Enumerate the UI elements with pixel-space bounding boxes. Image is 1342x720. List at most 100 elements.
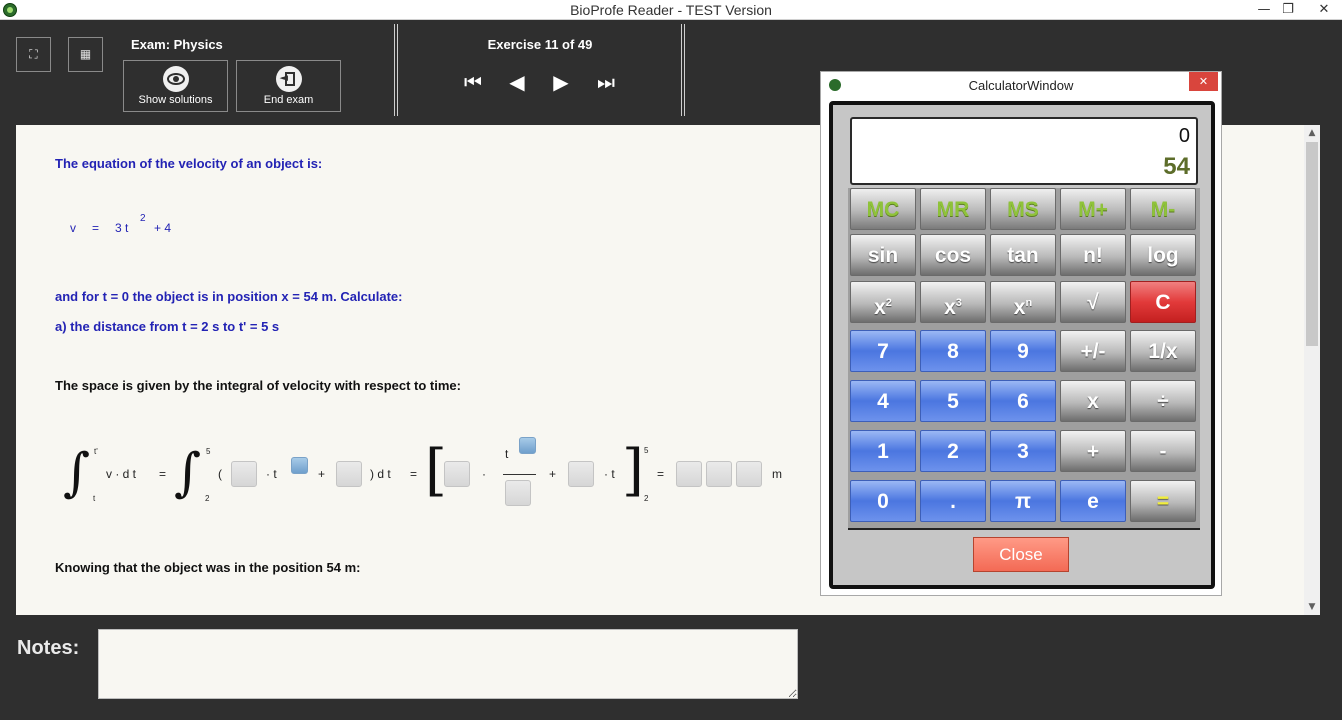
- window-title: BioProfe Reader - TEST Version: [570, 2, 772, 18]
- answer-box[interactable]: [444, 461, 470, 487]
- digit-6-button[interactable]: 6: [990, 380, 1056, 422]
- exponent-answer-box[interactable]: [291, 457, 308, 474]
- memory-recall-button[interactable]: MR: [920, 188, 986, 230]
- memory-subtract-button[interactable]: M-: [1130, 188, 1196, 230]
- notes-input[interactable]: [98, 629, 798, 699]
- maximize-button[interactable]: ❐: [1274, 0, 1302, 20]
- title-bar: BioProfe Reader - TEST Version — ❐ ✕: [0, 0, 1342, 20]
- equals-sign: =: [657, 467, 665, 481]
- divide-button[interactable]: ÷: [1130, 380, 1196, 422]
- integral-sign: ∫: [174, 443, 202, 503]
- answer-digit-box[interactable]: [676, 461, 702, 487]
- power-exponent: 3: [955, 297, 962, 309]
- end-exam-button[interactable]: End exam: [236, 60, 341, 112]
- power-exponent: n: [1025, 297, 1033, 309]
- condition-text: and for t = 0 the object is in position …: [55, 289, 403, 304]
- tangent-button[interactable]: tan: [990, 234, 1056, 276]
- square-root-button[interactable]: √: [1060, 281, 1126, 323]
- calculator-keypad: MC MR MS M+ M-sin cos tan n! log x2 x3 xn √ C 7 8 9 +/- 1/…: [848, 188, 1200, 530]
- exponent-answer-box[interactable]: [519, 437, 536, 454]
- lower-limit: t: [93, 494, 96, 503]
- calculator-icon: ▦: [79, 47, 92, 61]
- fullscreen-icon: ⛶: [29, 47, 38, 61]
- upper-limit: 5: [206, 447, 211, 456]
- calculator-button[interactable]: ▦: [68, 37, 103, 72]
- toolbar-divider: [394, 24, 398, 116]
- digit-1-button[interactable]: 1: [850, 430, 916, 472]
- equals-button[interactable]: =: [1130, 480, 1196, 522]
- next-exercise-button[interactable]: ▶: [550, 70, 572, 94]
- notes-label: Notes:: [17, 637, 80, 659]
- exit-icon: [275, 66, 302, 92]
- scroll-down-arrow-icon[interactable]: ▼: [1304, 599, 1320, 615]
- digit-3-button[interactable]: 3: [990, 430, 1056, 472]
- digit-8-button[interactable]: 8: [920, 330, 986, 372]
- integrand: v · d t: [106, 467, 137, 481]
- memory-store-button[interactable]: MS: [990, 188, 1056, 230]
- factorial-button[interactable]: n!: [1060, 234, 1126, 276]
- pi-button[interactable]: π: [990, 480, 1056, 522]
- plus-sign: +: [318, 467, 326, 481]
- right-bracket: ]: [622, 438, 644, 503]
- answer-box[interactable]: [336, 461, 362, 487]
- unit-label: m: [772, 467, 782, 481]
- digit-2-button[interactable]: 2: [920, 430, 986, 472]
- calculator-window: CalculatorWindow ✕ 0 54 MC MR MS M+ M-sin cos…: [820, 71, 1222, 596]
- close-window-button[interactable]: ✕: [1310, 0, 1338, 20]
- logarithm-button[interactable]: log: [1130, 234, 1196, 276]
- previous-exercise-button[interactable]: ◀: [506, 70, 528, 94]
- sine-button[interactable]: sin: [850, 234, 916, 276]
- upper-limit: t': [94, 447, 98, 456]
- cube-button[interactable]: x3: [920, 281, 986, 323]
- multiply-button[interactable]: x: [1060, 380, 1126, 422]
- add-button[interactable]: +: [1060, 430, 1126, 472]
- left-paren: (: [218, 467, 222, 481]
- intro-text: The equation of the velocity of an objec…: [55, 156, 323, 171]
- reciprocal-button[interactable]: 1/x: [1130, 330, 1196, 372]
- subtract-button[interactable]: -: [1130, 430, 1196, 472]
- toggle-sign-button[interactable]: +/-: [1060, 330, 1126, 372]
- euler-e-button[interactable]: e: [1060, 480, 1126, 522]
- digit-5-button[interactable]: 5: [920, 380, 986, 422]
- calculator-close-icon[interactable]: ✕: [1189, 72, 1218, 91]
- last-exercise-button[interactable]: ⏭: [595, 70, 617, 94]
- scrollbar-thumb[interactable]: [1306, 142, 1318, 346]
- toolbar-divider: [681, 24, 685, 116]
- display-primary: 0: [1178, 125, 1190, 147]
- digit-7-button[interactable]: 7: [850, 330, 916, 372]
- calculator-display: 0 54: [850, 117, 1198, 185]
- cosine-button[interactable]: cos: [920, 234, 986, 276]
- eq-equals: =: [92, 221, 100, 235]
- dot-t: · t: [266, 467, 277, 481]
- answer-box[interactable]: [568, 461, 594, 487]
- show-solutions-button[interactable]: Show solutions: [123, 60, 228, 112]
- digit-4-button[interactable]: 4: [850, 380, 916, 422]
- display-memory: 54: [1163, 153, 1190, 180]
- space-text: The space is given by the integral of ve…: [55, 378, 461, 393]
- first-exercise-button[interactable]: ⏮: [462, 70, 484, 94]
- answer-digit-box[interactable]: [736, 461, 762, 487]
- denominator-answer-box[interactable]: [505, 480, 531, 506]
- fraction-line: [503, 474, 536, 475]
- fullscreen-button[interactable]: ⛶: [16, 37, 51, 72]
- exam-label: Exam: Physics: [131, 37, 223, 52]
- answer-digit-box[interactable]: [706, 461, 732, 487]
- calculator-close-button[interactable]: Close: [973, 537, 1069, 572]
- power-n-button[interactable]: xn: [990, 281, 1056, 323]
- right-paren-dt: ) d t: [370, 467, 391, 481]
- square-button[interactable]: x2: [850, 281, 916, 323]
- eq-rest: + 4: [154, 221, 172, 235]
- decimal-point-button[interactable]: .: [920, 480, 986, 522]
- memory-add-button[interactable]: M+: [1060, 188, 1126, 230]
- clear-button[interactable]: C: [1130, 281, 1196, 323]
- scroll-up-arrow-icon[interactable]: ▲: [1304, 125, 1320, 141]
- fraction-numerator-t: t: [505, 447, 509, 461]
- integral-sign: ∫: [63, 443, 91, 503]
- memory-clear-button[interactable]: MC: [850, 188, 916, 230]
- digit-9-button[interactable]: 9: [990, 330, 1056, 372]
- eq-lhs: v: [70, 221, 76, 235]
- digit-0-button[interactable]: 0: [850, 480, 916, 522]
- answer-box[interactable]: [231, 461, 257, 487]
- question-a: a) the distance from t = 2 s to t' = 5 s: [55, 319, 280, 334]
- dot-sign: ·: [482, 467, 486, 481]
